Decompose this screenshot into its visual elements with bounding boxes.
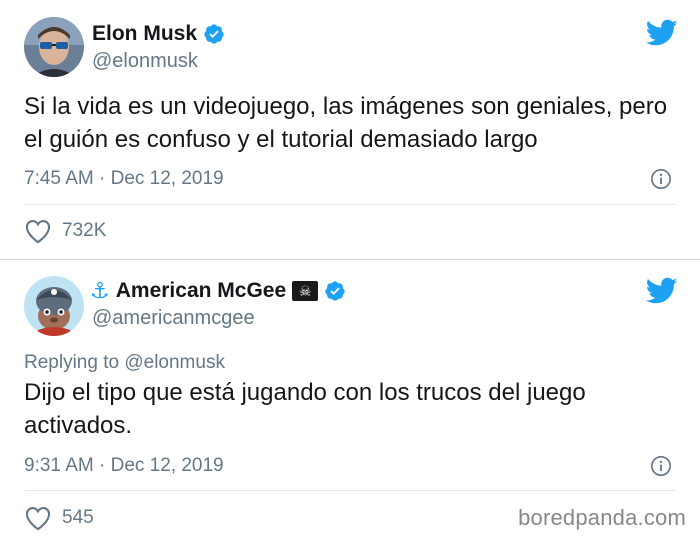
like-count: 732K bbox=[62, 220, 107, 241]
reply-prefix: Replying to bbox=[24, 352, 120, 373]
tweet-card[interactable]: ⚓ American McGee ☠ @americanmcgee Replyi… bbox=[0, 259, 700, 545]
author-row: Elon Musk bbox=[92, 22, 225, 46]
twitter-bird-icon[interactable] bbox=[646, 277, 678, 305]
reply-mention-link[interactable]: @elonmusk bbox=[124, 352, 225, 373]
watermark: boredpanda.com bbox=[518, 505, 686, 530]
heart-icon[interactable] bbox=[24, 218, 52, 244]
tweet-timestamp[interactable]: 7:45 AM · Dec 12, 2019 bbox=[24, 168, 224, 190]
reply-context: Replying to @elonmusk bbox=[24, 352, 225, 374]
author-name[interactable]: Elon Musk bbox=[92, 22, 197, 46]
avatar-photo bbox=[24, 276, 84, 336]
verified-badge-icon bbox=[204, 24, 224, 44]
author-handle[interactable]: @americanmcgee bbox=[92, 307, 255, 330]
like-action[interactable]: 545 bbox=[24, 505, 94, 531]
verified-badge-icon bbox=[325, 281, 345, 301]
tweet-text: Si la vida es un videojuego, las imágene… bbox=[24, 93, 668, 153]
anchor-emoji-icon: ⚓ bbox=[90, 278, 110, 303]
author-handle[interactable]: @elonmusk bbox=[92, 50, 198, 73]
divider bbox=[24, 204, 676, 205]
card-separator bbox=[0, 259, 700, 260]
twitter-bird-icon[interactable] bbox=[646, 19, 678, 47]
tweet-text: Dijo el tipo que está jugando con los tr… bbox=[24, 379, 586, 439]
heart-icon[interactable] bbox=[24, 505, 52, 531]
avatar[interactable] bbox=[24, 276, 84, 336]
like-action[interactable]: 732K bbox=[24, 218, 106, 244]
info-icon[interactable] bbox=[650, 455, 672, 477]
avatar[interactable] bbox=[24, 17, 84, 77]
like-count: 545 bbox=[62, 507, 94, 528]
author-row: ⚓ American McGee ☠ bbox=[90, 279, 346, 303]
info-icon[interactable] bbox=[650, 168, 672, 190]
tweet-timestamp[interactable]: 9:31 AM · Dec 12, 2019 bbox=[24, 455, 224, 477]
avatar-photo bbox=[24, 17, 84, 77]
pirate-flag-emoji-icon: ☠ bbox=[292, 281, 319, 301]
tweet-card[interactable]: Elon Musk @elonmusk Si la vida es un vid… bbox=[0, 0, 700, 259]
divider bbox=[24, 490, 676, 491]
author-name[interactable]: American McGee bbox=[116, 279, 286, 303]
